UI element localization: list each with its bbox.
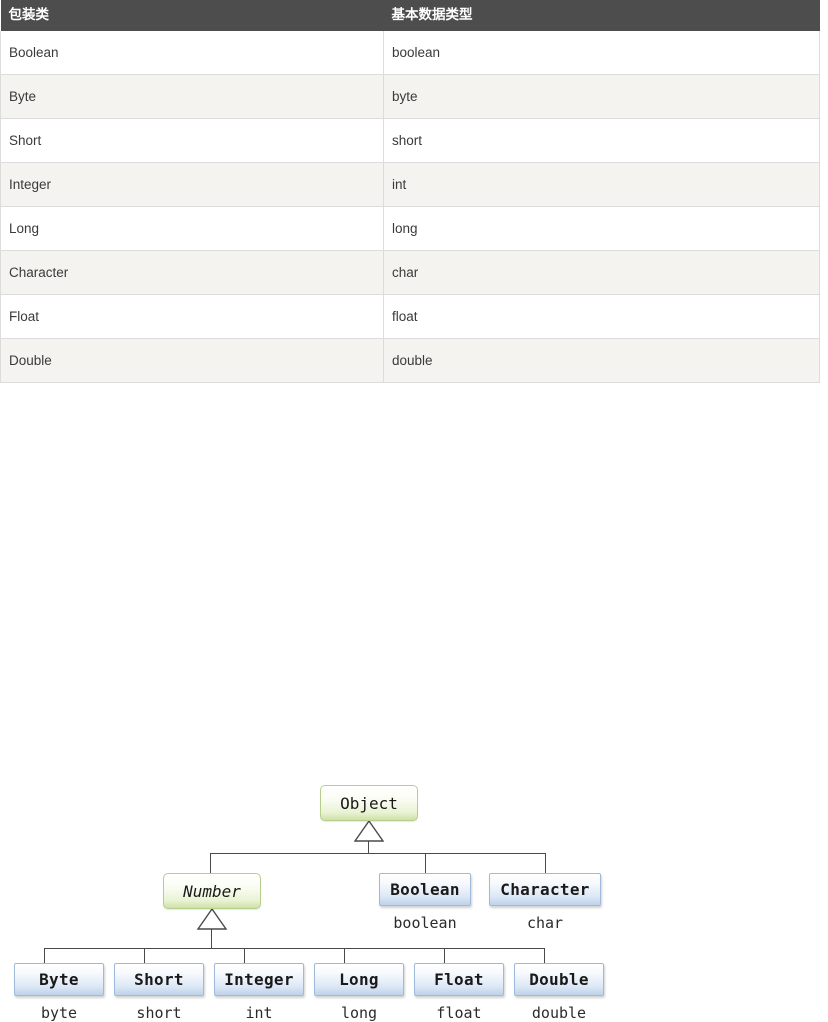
- primitive-label-long: long: [340, 1004, 378, 1022]
- cell-wrapper-class: Long: [0, 206, 384, 251]
- class-box-object[interactable]: Object: [320, 785, 418, 821]
- cell-primitive-type: char: [383, 250, 820, 295]
- column-header-wrapper-class: 包装类: [0, 0, 384, 31]
- cell-wrapper-class: Float: [0, 294, 384, 339]
- class-box-long[interactable]: Long: [314, 963, 404, 996]
- cell-primitive-type: double: [383, 338, 820, 383]
- cell-wrapper-class: Double: [0, 338, 384, 383]
- cell-wrapper-class: Character: [0, 250, 384, 295]
- primitive-label-short: short: [136, 1004, 182, 1022]
- cell-wrapper-class: Byte: [0, 74, 384, 119]
- class-box-byte[interactable]: Byte: [14, 963, 104, 996]
- cell-primitive-type: int: [383, 162, 820, 207]
- class-box-float-label: Float: [434, 970, 484, 989]
- cell-primitive-type: byte: [383, 74, 820, 119]
- table-body: Boolean boolean Byte byte Short short In…: [0, 31, 820, 383]
- cell-primitive-type: boolean: [383, 31, 820, 75]
- class-hierarchy-diagram: Object Number Boolean boolean Character …: [0, 383, 828, 1022]
- primitive-label-char: char: [526, 914, 564, 932]
- primitive-label-byte: byte: [40, 1004, 78, 1022]
- class-box-number-label: Number: [183, 881, 241, 901]
- table-row: Float float: [0, 294, 820, 339]
- class-box-double-label: Double: [529, 970, 589, 989]
- class-box-float[interactable]: Float: [414, 963, 504, 996]
- table-row: Integer int: [0, 162, 820, 207]
- connector-tier2-bus: [210, 853, 546, 854]
- class-box-short[interactable]: Short: [114, 963, 204, 996]
- primitive-label-float: float: [436, 1004, 482, 1022]
- primitive-label-boolean: boolean: [393, 914, 457, 932]
- connector-tier3-bus: [44, 948, 544, 949]
- table-header: 包装类 基本数据类型: [0, 0, 820, 31]
- cell-primitive-type: long: [383, 206, 820, 251]
- class-box-boolean-label: Boolean: [390, 880, 460, 899]
- table-row: Long long: [0, 206, 820, 251]
- connector-drop-boolean: [425, 853, 426, 874]
- table-row: Character char: [0, 250, 820, 295]
- cell-wrapper-class: Short: [0, 118, 384, 163]
- connector-drop-character: [545, 853, 546, 874]
- table-row: Byte byte: [0, 74, 820, 119]
- inheritance-triangle-icon: [197, 908, 227, 930]
- connector-number-stem: [211, 929, 212, 949]
- class-box-integer[interactable]: Integer: [214, 963, 304, 996]
- table-row: Short short: [0, 118, 820, 163]
- cell-primitive-type: short: [383, 118, 820, 163]
- class-box-object-label: Object: [340, 793, 398, 813]
- cell-wrapper-class: Integer: [0, 162, 384, 207]
- class-box-character-label: Character: [500, 880, 590, 899]
- class-box-double[interactable]: Double: [514, 963, 604, 996]
- class-box-byte-label: Byte: [39, 970, 79, 989]
- column-header-primitive-type: 基本数据类型: [383, 0, 820, 31]
- connector-drop-number: [210, 853, 211, 874]
- class-box-character[interactable]: Character: [489, 873, 601, 906]
- table-header-row: 包装类 基本数据类型: [0, 0, 820, 31]
- inheritance-triangle-icon: [354, 820, 384, 842]
- cell-wrapper-class: Boolean: [0, 31, 384, 75]
- wrapper-types-table: 包装类 基本数据类型 Boolean boolean Byte byte Sho…: [0, 0, 820, 383]
- cell-primitive-type: float: [383, 294, 820, 339]
- class-box-long-label: Long: [339, 970, 379, 989]
- table-row: Boolean boolean: [0, 31, 820, 75]
- class-box-boolean[interactable]: Boolean: [379, 873, 471, 906]
- class-box-number[interactable]: Number: [163, 873, 261, 909]
- class-box-integer-label: Integer: [224, 970, 294, 989]
- primitive-label-double: double: [531, 1004, 587, 1022]
- class-box-short-label: Short: [134, 970, 184, 989]
- table-row: Double double: [0, 338, 820, 383]
- primitive-label-int: int: [245, 1004, 273, 1022]
